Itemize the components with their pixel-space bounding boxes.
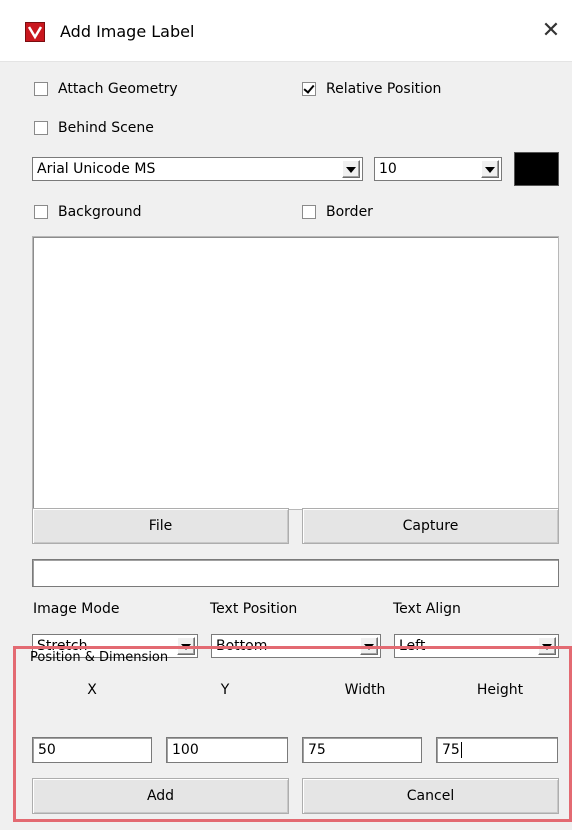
behind-scene-box[interactable] — [34, 121, 48, 135]
window-title: Add Image Label — [60, 22, 195, 41]
font-family-value: Arial Unicode MS — [37, 161, 156, 177]
attach-geometry-checkbox[interactable]: Attach Geometry — [34, 78, 178, 100]
y-label: Y — [220, 682, 230, 698]
behind-scene-checkbox[interactable]: Behind Scene — [34, 117, 154, 139]
font-color-button[interactable] — [514, 152, 559, 186]
attach-geometry-box[interactable] — [34, 82, 48, 96]
capture-button[interactable]: Capture — [302, 508, 559, 544]
height-label: Height — [476, 682, 524, 698]
behind-scene-label: Behind Scene — [58, 120, 154, 136]
attach-geometry-label: Attach Geometry — [58, 81, 178, 97]
add-button[interactable]: Add — [32, 778, 289, 814]
text-position-label: Text Position — [210, 601, 298, 617]
background-label: Background — [58, 204, 142, 220]
label-text-area[interactable] — [32, 236, 559, 510]
font-family-select[interactable]: Arial Unicode MS — [32, 157, 363, 181]
border-checkbox[interactable]: Border — [302, 201, 373, 223]
border-label: Border — [326, 204, 373, 220]
background-box[interactable] — [34, 205, 48, 219]
chevron-down-icon[interactable] — [342, 160, 360, 178]
file-button[interactable]: File — [32, 508, 289, 544]
close-icon[interactable]: ✕ — [536, 16, 566, 46]
background-checkbox[interactable]: Background — [34, 201, 142, 223]
position-dimension-title: Position & Dimension — [30, 650, 169, 665]
text-cursor — [460, 742, 462, 758]
image-path-field[interactable] — [32, 559, 559, 587]
x-label: X — [87, 682, 97, 698]
image-mode-label: Image Mode — [33, 601, 120, 617]
chevron-down-icon[interactable] — [481, 160, 499, 178]
relative-position-box[interactable] — [302, 82, 316, 96]
border-box[interactable] — [302, 205, 316, 219]
width-field[interactable]: 75 — [302, 737, 422, 763]
relative-position-label: Relative Position — [326, 81, 442, 97]
height-field[interactable]: 75 — [436, 737, 558, 763]
cancel-button[interactable]: Cancel — [302, 778, 559, 814]
x-field[interactable]: 50 — [32, 737, 152, 763]
width-label: Width — [344, 682, 386, 698]
font-size-select[interactable]: 10 — [374, 157, 502, 181]
y-field[interactable]: 100 — [166, 737, 288, 763]
app-logo-icon — [25, 22, 45, 42]
text-align-label: Text Align — [393, 601, 461, 617]
font-size-value: 10 — [379, 161, 397, 177]
relative-position-checkbox[interactable]: Relative Position — [302, 78, 441, 100]
height-value: 75 — [442, 742, 460, 758]
